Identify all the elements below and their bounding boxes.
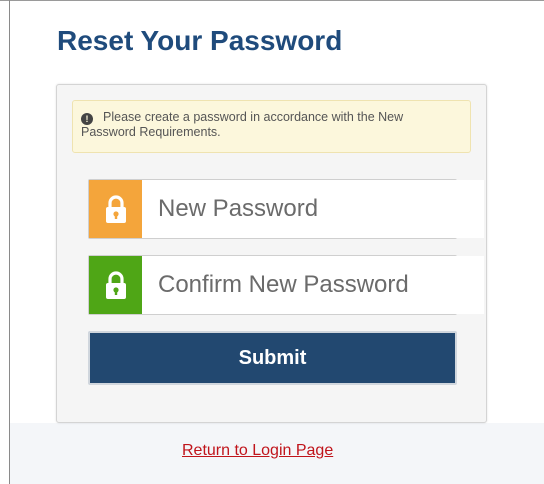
confirm-password-lock-icon-box <box>89 256 142 314</box>
password-requirements-alert: ! Please create a password in accordance … <box>72 100 471 153</box>
alert-message: Please create a password in accordance w… <box>81 110 404 139</box>
exclamation-circle-icon: ! <box>81 113 93 125</box>
new-password-input[interactable] <box>142 180 484 238</box>
lock-icon <box>105 271 126 299</box>
new-password-lock-icon-box <box>89 180 142 238</box>
reset-password-panel: ! Please create a password in accordance … <box>56 84 487 423</box>
reset-password-page: Reset Your Password ! Please create a pas… <box>0 0 544 484</box>
confirm-password-field <box>88 255 484 315</box>
lock-icon <box>105 195 126 223</box>
submit-button[interactable]: Submit <box>88 331 457 385</box>
page-title: Reset Your Password <box>57 25 343 56</box>
return-to-login-link[interactable]: Return to Login Page <box>182 442 333 460</box>
confirm-password-input[interactable] <box>142 256 484 314</box>
left-divider <box>9 0 10 484</box>
new-password-field <box>88 179 484 239</box>
top-divider <box>0 0 544 1</box>
